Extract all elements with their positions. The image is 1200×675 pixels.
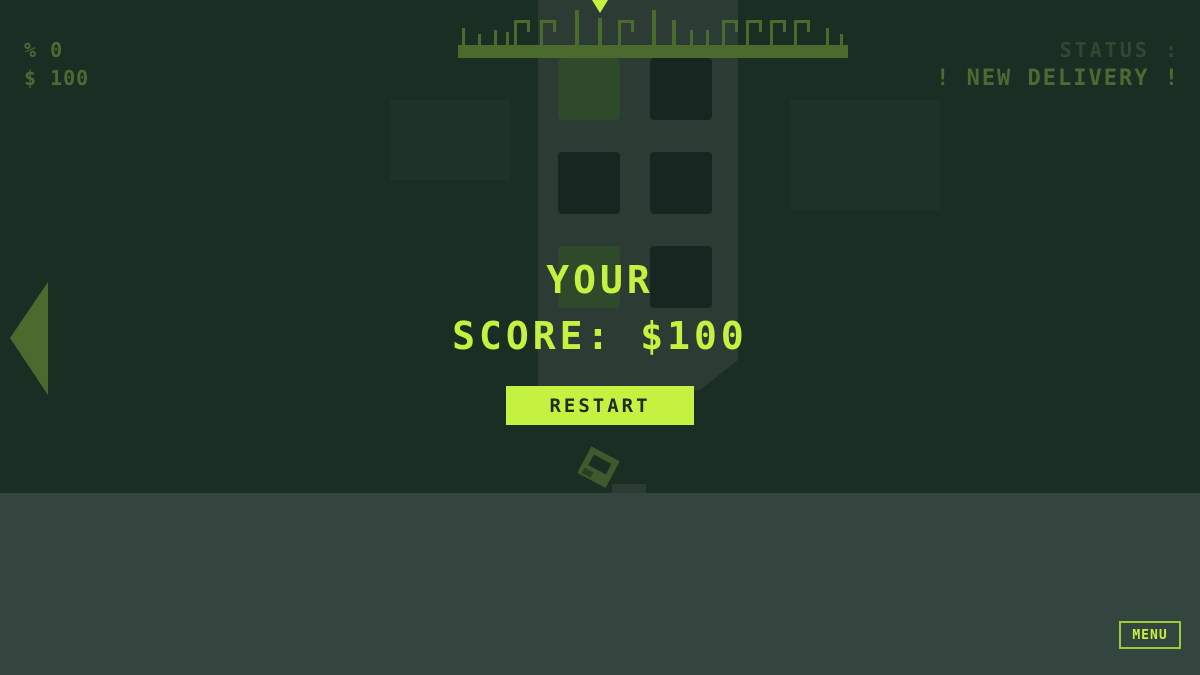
building-window [558,58,620,120]
score-value: SCORE: $100 [452,314,748,358]
money-counter: $ 100 [24,66,90,90]
building-window [650,58,712,120]
bg-building-right [790,100,940,210]
bg-building-left [390,100,510,180]
courier-shadow [612,484,646,493]
percent-counter: % 0 [24,38,64,62]
status-panel: STATUS : ! NEW DELIVERY ! [936,36,1180,94]
hud-stats: % 0 $ 100 [24,36,89,92]
status-message: ! NEW DELIVERY ! [936,66,1180,91]
status-label: STATUS : [1059,38,1180,62]
menu-button[interactable]: MENU [1119,621,1181,649]
ground [0,493,1200,675]
building-window [650,152,712,214]
building-window [558,152,620,214]
restart-button[interactable]: RESTART [506,386,694,425]
score-title: YOUR [546,258,654,302]
